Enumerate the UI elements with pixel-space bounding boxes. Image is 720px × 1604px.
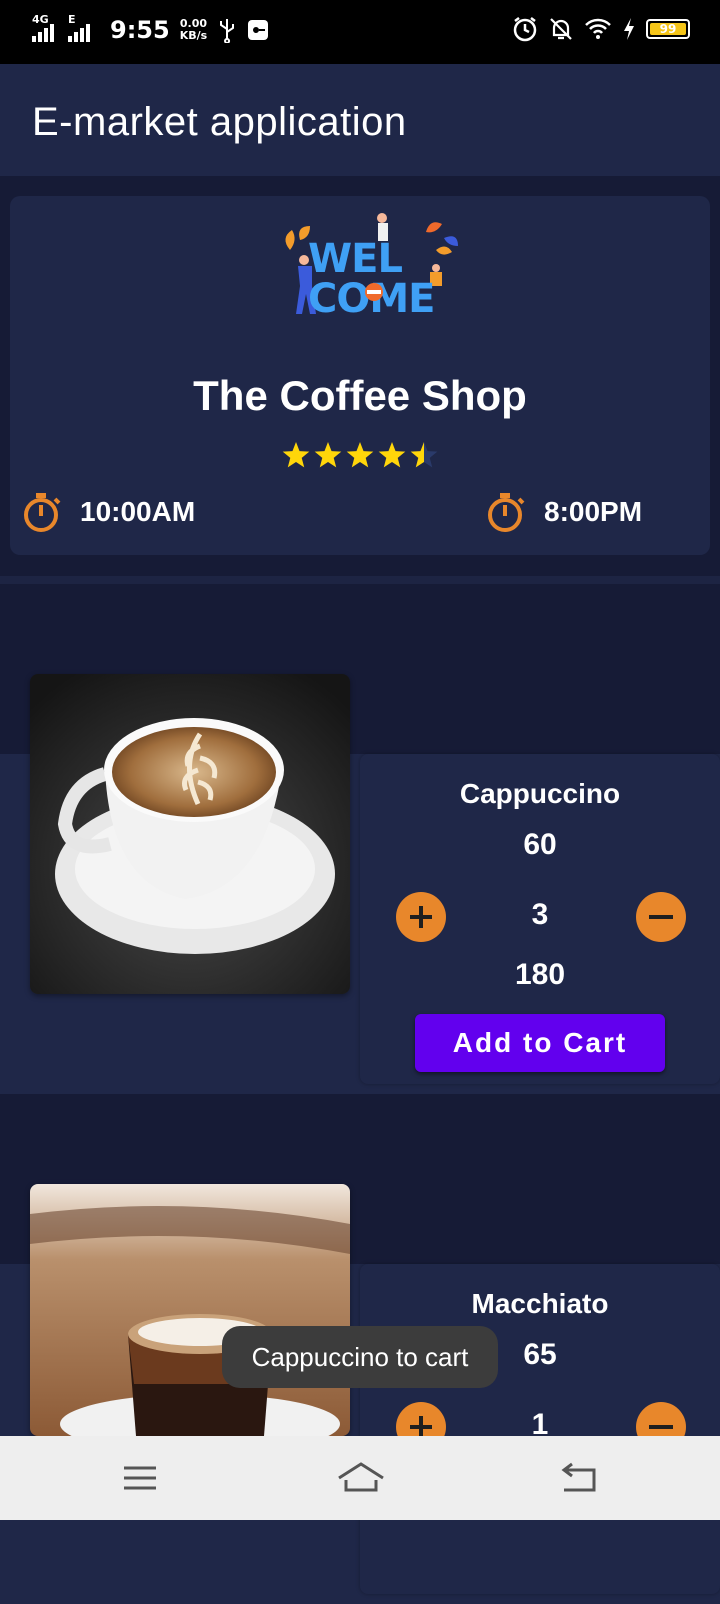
add-to-cart-button[interactable]: Add to Cart (415, 1014, 665, 1072)
shop-name: The Coffee Shop (193, 372, 527, 419)
product-image-cappuccino (30, 674, 350, 994)
charging-icon (624, 18, 634, 40)
star-icon (314, 442, 342, 468)
close-time: 8:00PM (544, 496, 643, 527)
toast-message: Cappuccino to cart (222, 1326, 498, 1388)
cappuccino-photo (30, 674, 350, 994)
opening-hours: 10:00AM (20, 490, 195, 534)
app-title: E-market application (32, 100, 407, 144)
usb-icon (220, 19, 235, 43)
menu-icon[interactable] (118, 1458, 162, 1498)
alarm-icon (513, 17, 537, 42)
shop-card: WEL COME The Coffee Shop 10:00AM 8:00PM (10, 196, 710, 555)
home-icon[interactable] (336, 1458, 386, 1498)
product-price: 60 (523, 828, 557, 861)
status-bar: 4G E 9:55 0.00 KB/s 99 (0, 0, 720, 64)
open-time: 10:00AM (80, 496, 196, 527)
macchiato-photo (30, 1184, 350, 1436)
product-name: Macchiato (471, 1288, 609, 1319)
minus-icon (649, 915, 673, 919)
status-left: 4G E 9:55 0.00 KB/s (30, 14, 269, 46)
app-bar: E-market application (0, 64, 720, 176)
star-icon (410, 442, 438, 468)
product-image-macchiato (30, 1184, 350, 1436)
network-speed: 0.00 KB/s (180, 18, 207, 42)
navigation-bar (0, 1436, 720, 1520)
product-total: 180 (514, 958, 566, 991)
star-icon (378, 442, 406, 468)
welcome-logo: WEL COME (285, 213, 458, 322)
back-icon[interactable] (556, 1458, 600, 1498)
stopwatch-icon (24, 493, 61, 532)
product-card: Macchiato 65 1 (360, 1264, 720, 1594)
status-time: 9:55 (110, 16, 170, 44)
star-icon (282, 442, 310, 468)
decrease-quantity-button[interactable] (636, 892, 686, 942)
battery-icon: 99 (646, 19, 690, 39)
rating-stars (282, 442, 438, 468)
status-right: 99 (512, 16, 690, 42)
battery-level: 99 (659, 22, 677, 36)
product-name: Cappuccino (459, 778, 621, 809)
speed-unit: KB/s (179, 29, 208, 42)
product-card: Cappuccino 60 3 180 Add to Cart (360, 754, 720, 1084)
section-divider (0, 576, 720, 584)
closing-hours: 8:00PM (484, 490, 642, 534)
stopwatch-icon (488, 493, 525, 532)
signal-icon (32, 24, 90, 42)
vpn-icon (248, 20, 269, 40)
network-indicator: 4G E (30, 14, 100, 46)
star-icon (346, 442, 374, 468)
wifi-icon (585, 18, 611, 39)
notifications-off-icon (550, 18, 572, 40)
